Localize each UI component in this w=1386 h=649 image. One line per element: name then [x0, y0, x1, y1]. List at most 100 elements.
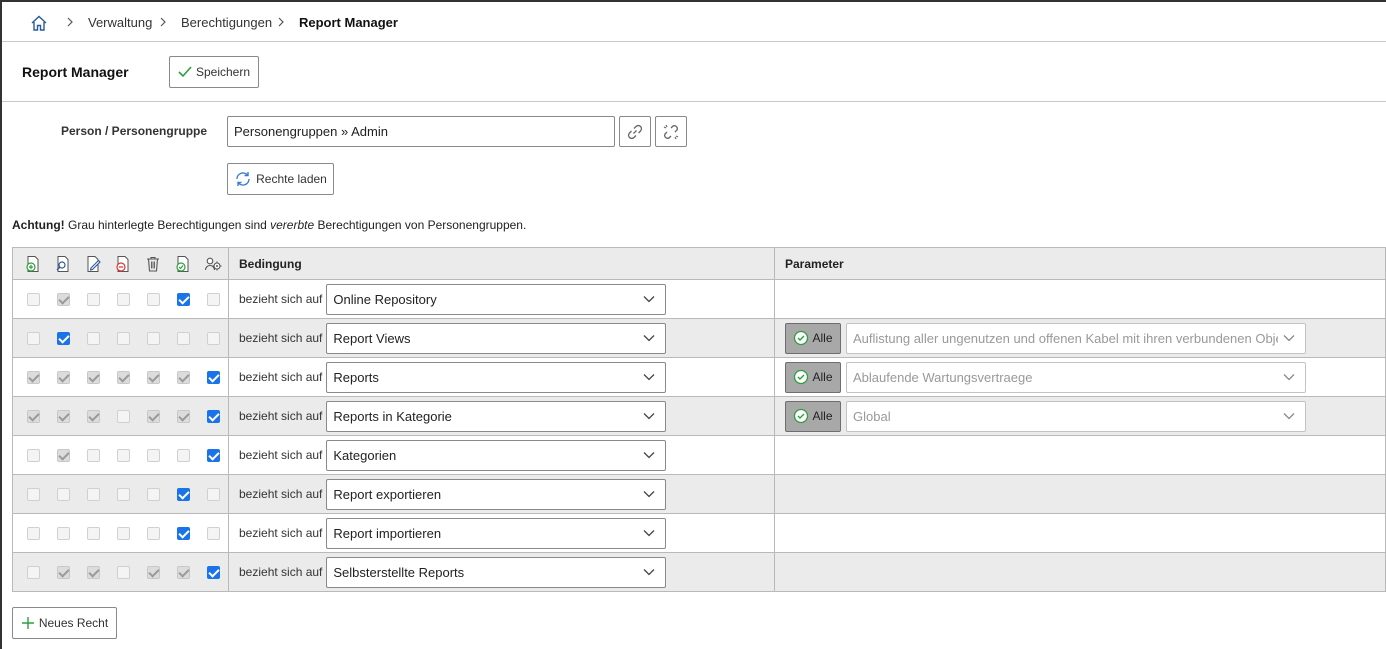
chevron-down-icon: [643, 530, 655, 537]
permission-checkbox[interactable]: [116, 526, 130, 540]
chevron-down-icon: [1283, 335, 1295, 342]
permission-checkbox[interactable]: [86, 565, 100, 579]
permission-checkbox-cell: [18, 331, 48, 345]
condition-cell: bezieht sich auf Report Views: [228, 318, 775, 358]
permission-checkbox[interactable]: [116, 331, 130, 345]
permission-checkbox[interactable]: [56, 565, 70, 579]
breadcrumb-item-verwaltung[interactable]: Verwaltung: [88, 15, 152, 30]
permission-checkbox[interactable]: [176, 331, 190, 345]
permission-checkbox[interactable]: [56, 487, 70, 501]
all-toggle-button[interactable]: Alle: [785, 322, 841, 354]
permission-checkbox[interactable]: [176, 448, 190, 462]
chevron-down-icon: [643, 296, 655, 303]
permission-checkbox[interactable]: [56, 448, 70, 462]
load-rights-button[interactable]: Rechte laden: [227, 163, 334, 195]
permission-checkbox-cell: [138, 331, 168, 345]
permission-checkbox[interactable]: [26, 370, 40, 384]
permission-checkbox[interactable]: [146, 331, 160, 345]
permission-checkbox[interactable]: [86, 526, 100, 540]
attach-link-button[interactable]: [619, 116, 651, 147]
permission-checkbox[interactable]: [176, 409, 190, 423]
condition-select[interactable]: Reports: [326, 361, 667, 393]
permission-checkbox[interactable]: [206, 487, 220, 501]
condition-select[interactable]: Online Repository: [326, 283, 667, 315]
delete-icon: [138, 255, 168, 273]
permission-checkbox[interactable]: [56, 409, 70, 423]
permission-checkbox[interactable]: [86, 370, 100, 384]
permission-checkbox[interactable]: [206, 565, 220, 579]
permission-checkbox[interactable]: [206, 331, 220, 345]
permission-checkbox[interactable]: [176, 370, 190, 384]
condition-prefix: bezieht sich auf: [239, 565, 323, 579]
permission-checkbox[interactable]: [206, 370, 220, 384]
permission-checkbox[interactable]: [26, 565, 40, 579]
condition-prefix: bezieht sich auf: [239, 409, 323, 423]
permission-checkbox[interactable]: [26, 487, 40, 501]
permission-checkbox[interactable]: [146, 526, 160, 540]
permission-checkbox[interactable]: [176, 526, 190, 540]
permission-checkbox[interactable]: [26, 409, 40, 423]
condition-select[interactable]: Reports in Kategorie: [326, 400, 667, 432]
permission-checkbox[interactable]: [56, 292, 70, 306]
home-icon[interactable]: [30, 14, 48, 32]
permission-checkbox[interactable]: [86, 487, 100, 501]
parameter-cell: [774, 279, 1386, 319]
permission-checkbox[interactable]: [206, 448, 220, 462]
permission-checkbox[interactable]: [86, 409, 100, 423]
permission-checkbox[interactable]: [146, 487, 160, 501]
parameter-select[interactable]: Global: [846, 400, 1306, 432]
permission-checkbox[interactable]: [146, 370, 160, 384]
permission-checkbox[interactable]: [116, 487, 130, 501]
permission-checkbox[interactable]: [86, 292, 100, 306]
permission-checkbox[interactable]: [146, 292, 160, 306]
permission-checkboxes: [12, 474, 229, 514]
condition-select[interactable]: Kategorien: [326, 439, 667, 471]
permission-checkbox-cell: [198, 409, 228, 423]
condition-select[interactable]: Report Views: [326, 322, 667, 354]
permission-checkbox[interactable]: [206, 292, 220, 306]
condition-select[interactable]: Selbsterstellte Reports: [326, 556, 667, 588]
condition-select[interactable]: Report exportieren: [326, 478, 667, 510]
all-toggle-button[interactable]: Alle: [785, 361, 841, 393]
parameter-select[interactable]: Ablaufende Wartungsvertraege: [846, 361, 1306, 393]
permission-checkbox[interactable]: [86, 331, 100, 345]
permission-checkbox[interactable]: [26, 331, 40, 345]
all-toggle-button[interactable]: Alle: [785, 400, 841, 432]
detach-link-button[interactable]: [655, 116, 687, 147]
permission-checkbox[interactable]: [116, 448, 130, 462]
permission-checkbox-cell: [138, 409, 168, 423]
breadcrumb-item-berechtigungen[interactable]: Berechtigungen: [181, 15, 272, 30]
permission-checkbox[interactable]: [56, 526, 70, 540]
parameter-select[interactable]: Auflistung aller ungenutzen und offenen …: [846, 322, 1306, 354]
permission-checkbox[interactable]: [116, 370, 130, 384]
permission-checkbox[interactable]: [146, 409, 160, 423]
permission-checkbox-cell: [168, 526, 198, 540]
permission-checkbox[interactable]: [86, 448, 100, 462]
new-right-button[interactable]: Neues Recht: [12, 607, 117, 639]
permission-checkbox[interactable]: [26, 292, 40, 306]
condition-select[interactable]: Report importieren: [326, 517, 667, 549]
permission-checkbox[interactable]: [176, 487, 190, 501]
permission-checkbox[interactable]: [116, 409, 130, 423]
table-row: bezieht sich auf Online Repository: [12, 279, 1386, 319]
permission-checkbox-cell: [108, 331, 138, 345]
permission-checkbox[interactable]: [206, 409, 220, 423]
permission-checkbox[interactable]: [56, 370, 70, 384]
permission-checkbox[interactable]: [176, 565, 190, 579]
permission-checkbox-cell: [18, 370, 48, 384]
person-input[interactable]: [227, 116, 615, 147]
permission-checkbox[interactable]: [176, 292, 190, 306]
table-row: bezieht sich auf Reports in Kategorie Al…: [12, 396, 1386, 436]
permission-checkboxes: [12, 318, 229, 358]
permission-checkbox[interactable]: [146, 565, 160, 579]
permission-checkbox-cell: [168, 409, 198, 423]
permission-checkbox[interactable]: [26, 448, 40, 462]
permission-checkbox[interactable]: [116, 565, 130, 579]
permission-checkbox[interactable]: [56, 331, 70, 345]
permission-checkbox[interactable]: [26, 526, 40, 540]
permission-checkbox[interactable]: [146, 448, 160, 462]
save-button[interactable]: Speichern: [169, 56, 259, 88]
chevron-down-icon: [643, 374, 655, 381]
permission-checkbox[interactable]: [116, 292, 130, 306]
permission-checkbox[interactable]: [206, 526, 220, 540]
